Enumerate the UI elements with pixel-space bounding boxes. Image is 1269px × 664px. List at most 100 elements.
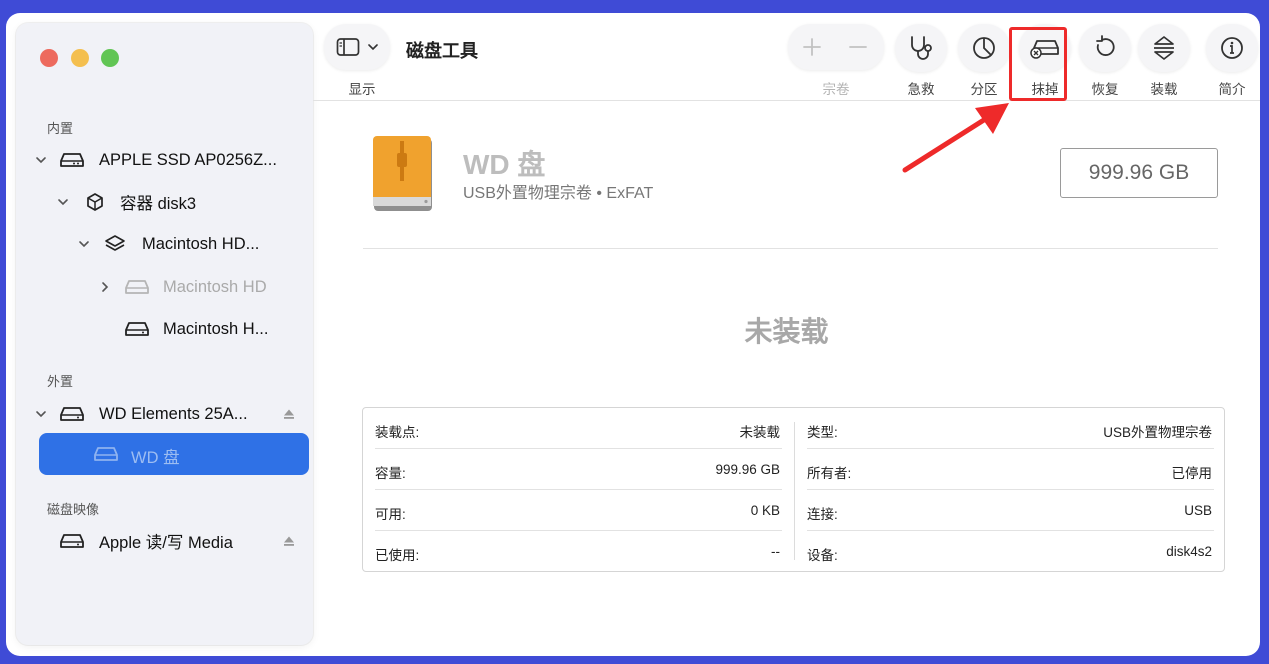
info-value: 999.96 GB: [715, 462, 780, 477]
stethoscope-icon: [911, 36, 932, 60]
chevron-down-icon[interactable]: [78, 238, 90, 250]
main-content: 显示 磁盘工具 宗卷 急救 分区 抹掉 恢复 装载 简介 WD 盘 USB外置物…: [313, 13, 1260, 656]
sidebar-item-label: Macintosh H...: [163, 319, 269, 338]
mount-status: 未装载: [744, 316, 829, 347]
info-row: 可用: 0 KB: [363, 490, 794, 531]
volume-icon: [94, 447, 118, 461]
sidebar-item-label: APPLE SSD AP0256Z...: [99, 150, 277, 169]
info-column-right: 类型: USB外置物理宗卷 所有者: 已停用 连接: USB 设备: disk4…: [795, 408, 1226, 571]
sidebar-item-macintosh-hd[interactable]: Macintosh HD: [16, 272, 313, 302]
disk-subtitle: USB外置物理宗卷 • ExFAT: [463, 185, 654, 202]
info-key: 容量:: [375, 466, 406, 481]
info-button[interactable]: [1206, 24, 1258, 72]
info-row: 连接: USB: [795, 490, 1226, 531]
sidebar-item-wd-disk-selected[interactable]: WD 盘: [39, 433, 309, 475]
info-row: 已使用: --: [363, 531, 794, 572]
toolbar-divider: [313, 100, 1260, 101]
view-label: 显示: [348, 82, 376, 97]
info-row: 装载点: 未装载: [363, 408, 794, 449]
first-aid-label: 急救: [907, 82, 935, 97]
app-title: 磁盘工具: [406, 41, 478, 61]
info-value: USB: [1184, 503, 1212, 518]
info-value: disk4s2: [1166, 544, 1212, 559]
view-toggle-button[interactable]: [324, 24, 390, 70]
mount-button[interactable]: [1138, 24, 1190, 72]
capacity-badge: 999.96 GB: [1060, 148, 1218, 198]
zoom-window-button[interactable]: [101, 49, 119, 67]
disk-utility-window: 内置 APPLE SSD AP0256Z... 容器 disk3 Macinto…: [6, 13, 1260, 656]
info-key: 装载点:: [375, 425, 420, 440]
info-icon: [1221, 37, 1243, 59]
chevron-down-icon[interactable]: [57, 196, 69, 208]
sidebar-item-macintosh-data[interactable]: Macintosh H...: [16, 314, 313, 344]
info-row: 设备: disk4s2: [795, 531, 1226, 572]
partition-label: 分区: [970, 82, 998, 97]
sidebar-item-apple-media[interactable]: Apple 读/写 Media: [16, 526, 313, 556]
usb-drive-icon: [373, 136, 432, 211]
info-value: 0 KB: [750, 503, 780, 518]
eject-icon[interactable]: [283, 408, 295, 420]
info-column-left: 装载点: 未装载 容量: 999.96 GB 可用: 0 KB 已使用: --: [363, 408, 794, 571]
chevron-right-icon[interactable]: [99, 281, 111, 293]
sidebar-section-external: 外置: [47, 374, 74, 389]
info-key: 类型:: [807, 425, 838, 440]
sidebar-toggle-icon: [336, 38, 360, 56]
info-value: USB外置物理宗卷: [1103, 425, 1212, 440]
partition-button[interactable]: [958, 24, 1010, 72]
layers-icon: [105, 235, 125, 251]
chevron-down-icon: [368, 44, 378, 51]
info-row: 容量: 999.96 GB: [363, 449, 794, 490]
sidebar: 内置 APPLE SSD AP0256Z... 容器 disk3 Macinto…: [16, 23, 313, 645]
sidebar-item-label: Macintosh HD: [163, 277, 267, 296]
header-divider: [363, 248, 1218, 249]
annotation-arrow-icon: [902, 103, 1009, 173]
minus-icon[interactable]: [848, 37, 868, 57]
sidebar-item-label: Macintosh HD...: [142, 234, 260, 253]
sidebar-section-internal: 内置: [47, 121, 74, 136]
info-row: 类型: USB外置物理宗卷: [795, 408, 1226, 449]
info-row: 所有者: 已停用: [795, 449, 1226, 490]
external-drive-icon: [60, 407, 84, 421]
chevron-down-icon[interactable]: [35, 408, 47, 420]
restore-label: 恢复: [1091, 82, 1119, 97]
erase-highlight-box: [1009, 27, 1067, 101]
mount-icon: [1154, 36, 1174, 60]
sidebar-item-apple-ssd[interactable]: APPLE SSD AP0256Z...: [16, 145, 313, 175]
chevron-down-icon[interactable]: [35, 154, 47, 166]
sidebar-section-images: 磁盘映像: [47, 502, 100, 517]
info-key: 可用:: [375, 507, 406, 522]
volume-icon: [125, 280, 149, 294]
info-value: 已停用: [1171, 466, 1213, 481]
disk-name: WD 盘: [463, 149, 546, 180]
close-window-button[interactable]: [40, 49, 58, 67]
info-key: 连接:: [807, 507, 838, 522]
info-table: 装载点: 未装载 容量: 999.96 GB 可用: 0 KB 已使用: --: [362, 407, 1225, 572]
info-key: 已使用:: [375, 548, 420, 563]
sidebar-item-wd-elements[interactable]: WD Elements 25A...: [16, 399, 313, 429]
info-label: 简介: [1218, 82, 1246, 97]
sidebar-item-label: 容器 disk3: [120, 195, 197, 213]
volume-label: 宗卷: [822, 82, 850, 97]
first-aid-button[interactable]: [895, 24, 947, 72]
info-key: 所有者:: [807, 466, 852, 481]
pie-chart-icon: [973, 37, 995, 59]
mount-label: 装载: [1150, 82, 1178, 97]
minimize-window-button[interactable]: [71, 49, 89, 67]
sidebar-item-volume-group[interactable]: Macintosh HD...: [16, 229, 313, 259]
info-value: 未装载: [739, 425, 781, 440]
container-cube-icon: [87, 193, 103, 211]
disk-image-icon: [60, 534, 84, 548]
eject-icon[interactable]: [283, 535, 295, 547]
restore-button[interactable]: [1079, 24, 1131, 72]
plus-icon[interactable]: [802, 37, 822, 57]
sidebar-item-container[interactable]: 容器 disk3: [16, 187, 313, 217]
volume-icon: [125, 322, 149, 336]
sidebar-item-label: WD 盘: [131, 449, 180, 467]
sidebar-item-label: WD Elements 25A...: [99, 404, 248, 423]
info-key: 设备:: [807, 548, 838, 563]
info-value: --: [771, 544, 780, 559]
internal-drive-icon: [60, 153, 84, 167]
restore-arrow-icon: [1096, 35, 1115, 56]
sidebar-item-label: Apple 读/写 Media: [99, 534, 233, 552]
volume-add-remove-group: [788, 24, 884, 70]
